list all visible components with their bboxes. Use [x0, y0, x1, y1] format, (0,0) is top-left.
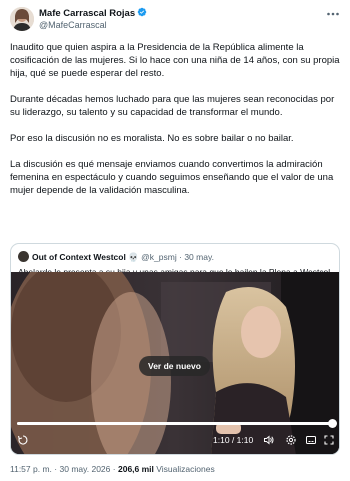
tweet-paragraph: La discusión es qué mensaje enviamos cua… [10, 159, 334, 196]
views-label[interactable]: Visualizaciones [156, 464, 214, 474]
meta-separator: · [54, 464, 58, 474]
video-progress-handle[interactable] [328, 419, 337, 428]
tweet-paragraph: Durante décadas hemos luchado para que l… [10, 94, 335, 118]
author-name[interactable]: Mafe Carrascal Rojas [39, 8, 135, 19]
replay-button[interactable]: Ver de nuevo [139, 356, 210, 376]
replay-icon[interactable] [17, 434, 29, 446]
video-player[interactable]: Ver de nuevo 1:10 / 1:10 [11, 272, 339, 454]
tweet-header: Mafe Carrascal Rojas @MafeCarrascal [10, 7, 340, 35]
video-time: 1:10 / 1:10 [213, 435, 254, 445]
tweet-paragraph: Por eso la discusión no es moralista. No… [10, 133, 294, 144]
meta-separator: · [112, 464, 116, 474]
video-progress-bar[interactable] [17, 419, 337, 428]
quoted-author-handle[interactable]: @k_psmj [141, 252, 177, 262]
quoted-author-name[interactable]: Out of Context Westcol [32, 252, 126, 262]
more-icon[interactable] [326, 9, 340, 19]
video-controls: 1:10 / 1:10 [17, 432, 335, 448]
fullscreen-icon[interactable] [323, 434, 335, 446]
skull-icon: 💀 [128, 252, 139, 262]
quoted-date[interactable]: 30 may. [184, 252, 214, 262]
volume-icon[interactable] [263, 434, 275, 446]
verified-badge-icon [137, 7, 147, 17]
tweet-time[interactable]: 11:57 p. m. [10, 464, 52, 474]
video-progress-fill [17, 422, 333, 425]
quoted-avatar[interactable] [18, 251, 29, 262]
tweet-date[interactable]: 30 may. 2026 [60, 464, 111, 474]
tweet-meta: 11:57 p. m. · 30 may. 2026 · 206,6 mil V… [10, 464, 215, 475]
settings-icon[interactable] [285, 434, 297, 446]
avatar[interactable] [10, 7, 34, 31]
quoted-separator: · [179, 252, 182, 262]
views-count[interactable]: 206,6 mil [118, 464, 154, 474]
quoted-tweet[interactable]: Out of Context Westcol 💀 @k_psmj · 30 ma… [10, 243, 340, 455]
tweet: Mafe Carrascal Rojas @MafeCarrascal Inau… [0, 0, 350, 481]
author-handle[interactable]: @MafeCarrascal [39, 20, 107, 31]
quoted-tweet-header: Out of Context Westcol 💀 @k_psmj · 30 ma… [18, 251, 214, 263]
captions-icon[interactable] [305, 434, 317, 446]
author-name-row[interactable]: Mafe Carrascal Rojas [39, 7, 147, 20]
tweet-text: Inaudito que quien aspira a la Presidenc… [10, 41, 342, 210]
tweet-paragraph: Inaudito que quien aspira a la Presidenc… [10, 42, 340, 79]
